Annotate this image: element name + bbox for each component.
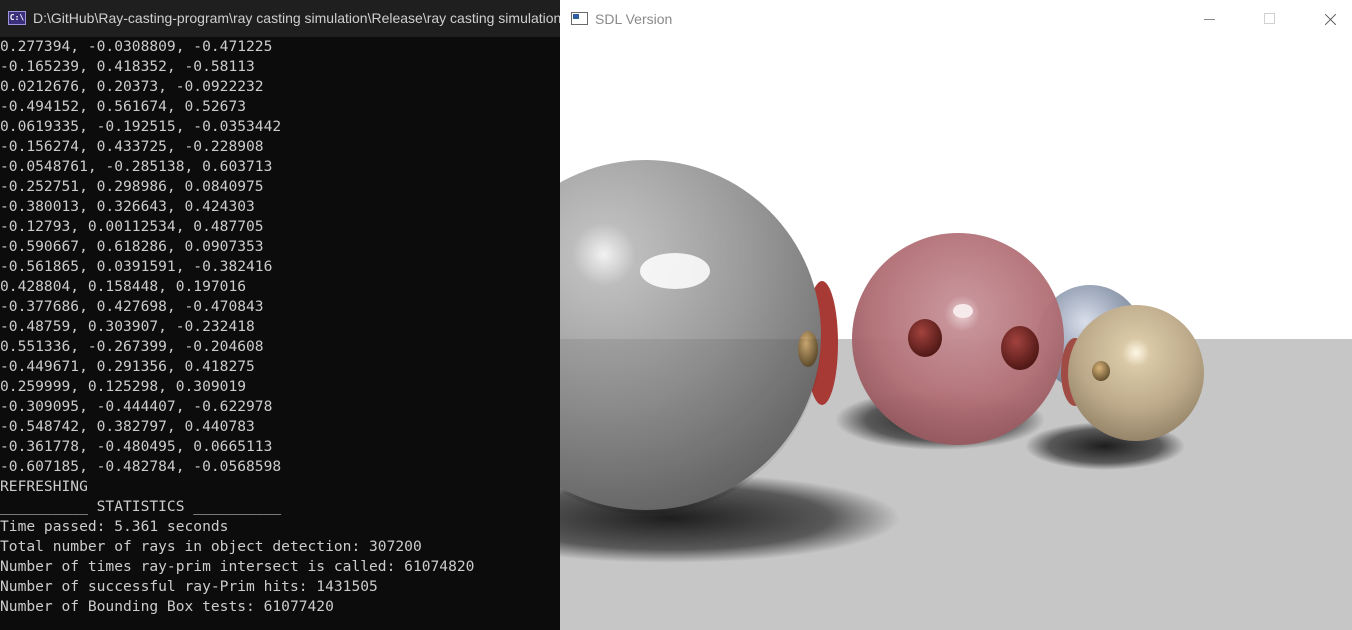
console-line: 0.0212676, 0.20373, -0.0922232 bbox=[0, 78, 264, 95]
console-line: Total number of rays in object detection… bbox=[0, 538, 422, 555]
tan-sphere bbox=[1068, 305, 1204, 441]
console-line: -0.494152, 0.561674, 0.52673 bbox=[0, 98, 247, 115]
console-line: -0.309095, -0.444407, -0.622978 bbox=[0, 398, 273, 415]
console-line: Number of times ray-prim intersect is ca… bbox=[0, 558, 475, 575]
close-button[interactable] bbox=[1300, 0, 1352, 38]
console-output[interactable]: 0.277394, -0.0308809, -0.471225 -0.165239… bbox=[0, 37, 560, 630]
console-line: __________ STATISTICS __________ bbox=[0, 498, 282, 515]
console-window[interactable]: C:\ D:\GitHub\Ray-casting-program\ray ca… bbox=[0, 0, 560, 630]
red-sphere-highlight bbox=[953, 304, 973, 318]
console-line: -0.607185, -0.482784, -0.0568598 bbox=[0, 458, 282, 475]
console-line: -0.48759, 0.303907, -0.232418 bbox=[0, 318, 255, 335]
console-line: -0.377686, 0.427698, -0.470843 bbox=[0, 298, 264, 315]
console-line: -0.165239, 0.418352, -0.58113 bbox=[0, 58, 255, 75]
console-line: -0.12793, 0.00112534, 0.487705 bbox=[0, 218, 264, 235]
console-line: -0.590667, 0.618286, 0.0907353 bbox=[0, 238, 264, 255]
red-sphere-reflection bbox=[908, 319, 942, 357]
sdl-window-title: SDL Version bbox=[595, 11, 673, 27]
console-line: 0.277394, -0.0308809, -0.471225 bbox=[0, 38, 273, 55]
sdl-window[interactable]: SDL Version bbox=[560, 0, 1352, 630]
console-line: Time passed: 5.361 seconds bbox=[0, 518, 229, 535]
red-sphere-reflection bbox=[1001, 326, 1039, 370]
console-titlebar[interactable]: C:\ D:\GitHub\Ray-casting-program\ray ca… bbox=[0, 0, 560, 37]
console-line: 0.428804, 0.158448, 0.197016 bbox=[0, 278, 247, 295]
console-title: D:\GitHub\Ray-casting-program\ray castin… bbox=[33, 10, 560, 26]
console-line: Number of successful ray-Prim hits: 1431… bbox=[0, 578, 378, 595]
console-line: -0.449671, 0.291356, 0.418275 bbox=[0, 358, 255, 375]
console-line: -0.156274, 0.433725, -0.228908 bbox=[0, 138, 264, 155]
console-line: -0.561865, 0.0391591, -0.382416 bbox=[0, 258, 273, 275]
minimize-button[interactable] bbox=[1180, 0, 1238, 38]
console-line: REFRESHING bbox=[0, 478, 88, 495]
render-canvas[interactable] bbox=[560, 38, 1352, 630]
console-app-icon: C:\ bbox=[8, 11, 26, 25]
window-app-icon bbox=[571, 12, 588, 25]
console-line: -0.361778, -0.480495, 0.0665113 bbox=[0, 438, 273, 455]
gray-sphere-highlight bbox=[640, 253, 710, 289]
tan-sphere-reflection bbox=[1092, 361, 1110, 381]
console-line: -0.548742, 0.382797, 0.440783 bbox=[0, 418, 255, 435]
console-line: Number of Bounding Box tests: 61077420 bbox=[0, 598, 334, 615]
console-lines: 0.277394, -0.0308809, -0.471225 -0.165239… bbox=[0, 37, 474, 617]
maximize-button[interactable] bbox=[1240, 0, 1298, 38]
console-line: 0.551336, -0.267399, -0.204608 bbox=[0, 338, 264, 355]
sdl-titlebar[interactable]: SDL Version bbox=[560, 0, 1352, 38]
console-line: -0.380013, 0.326643, 0.424303 bbox=[0, 198, 255, 215]
console-line: 0.0619335, -0.192515, -0.0353442 bbox=[0, 118, 282, 135]
console-line: 0.259999, 0.125298, 0.309019 bbox=[0, 378, 247, 395]
console-line: -0.0548761, -0.285138, 0.603713 bbox=[0, 158, 273, 175]
console-line: -0.252751, 0.298986, 0.0840975 bbox=[0, 178, 264, 195]
